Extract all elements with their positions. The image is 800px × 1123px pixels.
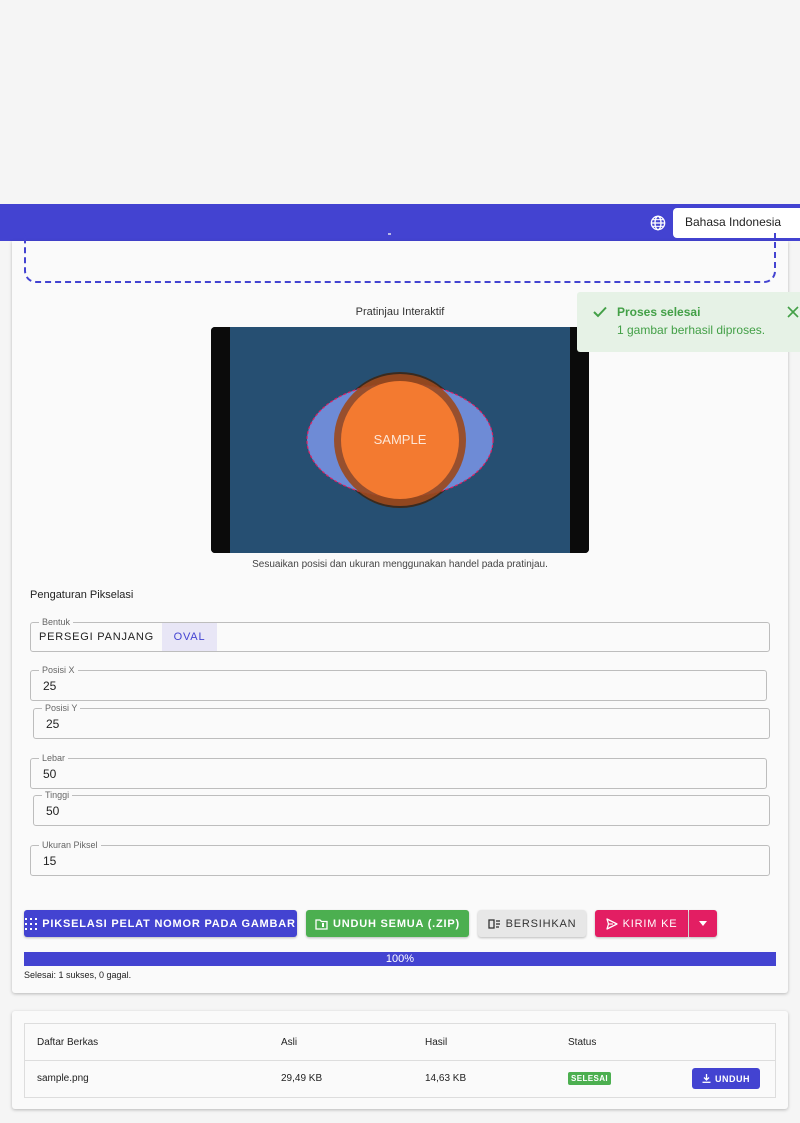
clear-button-label: BERSIHKAN bbox=[505, 917, 577, 930]
success-toast: Proses selesai 1 gambar berhasil diprose… bbox=[577, 292, 800, 352]
send-to-label: KIRIM KE bbox=[622, 917, 678, 930]
send-to-dropdown-button[interactable] bbox=[689, 910, 717, 937]
download-all-button[interactable]: UNDUH SEMUA (.ZIP) bbox=[306, 910, 469, 937]
file-original-size: 29,49 KB bbox=[281, 1073, 323, 1084]
height-value[interactable]: 50 bbox=[46, 796, 59, 825]
width-value[interactable]: 50 bbox=[43, 759, 56, 788]
column-header-files: Daftar Berkas bbox=[37, 1037, 99, 1048]
pos-x-value[interactable]: 25 bbox=[43, 671, 56, 700]
download-file-button[interactable]: UNDUH bbox=[692, 1068, 760, 1089]
file-result-size: 14,63 KB bbox=[425, 1073, 467, 1084]
preview-canvas[interactable]: SAMPLE bbox=[211, 327, 589, 553]
globe-icon[interactable] bbox=[650, 215, 666, 231]
toast-title: Proses selesai bbox=[617, 305, 701, 319]
pos-x-field[interactable]: Posisi X 25 bbox=[30, 665, 767, 701]
send-icon bbox=[606, 917, 618, 930]
settings-title: Pengaturan Pikselasi bbox=[30, 589, 134, 601]
preview-hint: Sesuaikan posisi dan ukuran menggunakan … bbox=[252, 559, 548, 570]
clear-all-icon bbox=[487, 918, 500, 929]
file-name: sample.png bbox=[37, 1073, 89, 1084]
check-icon bbox=[593, 306, 607, 318]
download-file-label: UNDUH bbox=[715, 1073, 750, 1084]
column-header-original: Asli bbox=[281, 1037, 298, 1048]
interactive-preview[interactable]: SAMPLE bbox=[211, 327, 589, 553]
shape-option-oval[interactable]: OVAL bbox=[162, 623, 217, 651]
status-badge: SELESAI bbox=[568, 1072, 612, 1085]
height-field[interactable]: Tinggi 50 bbox=[33, 790, 770, 826]
upload-dropzone[interactable] bbox=[24, 233, 776, 283]
download-icon bbox=[702, 1074, 711, 1083]
pixel-size-value[interactable]: 15 bbox=[43, 846, 56, 875]
close-icon[interactable] bbox=[787, 306, 799, 318]
pixelate-button-label: PIKSELASI PELAT NOMOR PADA GAMBAR bbox=[42, 917, 296, 930]
column-header-status: Status bbox=[568, 1037, 597, 1048]
clear-button[interactable]: BERSIHKAN bbox=[478, 910, 586, 937]
shape-option-rectangle[interactable]: PERSEGI PANJANG bbox=[31, 623, 162, 651]
file-table: Daftar Berkas Asli Hasil Status sample.p… bbox=[24, 1023, 776, 1098]
editor-card: Pratinjau Interaktif SAMPLE Sesuaikan po… bbox=[12, 233, 788, 993]
send-to-button[interactable]: KIRIM KE bbox=[595, 910, 688, 937]
dropzone-text-fragment bbox=[388, 233, 391, 235]
shape-selector: Bentuk PERSEGI PANJANG OVAL bbox=[30, 617, 770, 652]
row-divider bbox=[25, 1060, 775, 1061]
column-header-result: Hasil bbox=[425, 1037, 448, 1048]
pos-y-value[interactable]: 25 bbox=[46, 709, 59, 738]
download-all-label: UNDUH SEMUA (.ZIP) bbox=[332, 917, 461, 930]
progress-label: 100% bbox=[385, 953, 415, 965]
width-field[interactable]: Lebar 50 bbox=[30, 753, 767, 789]
pixel-size-field[interactable]: Ukuran Piksel 15 bbox=[30, 840, 770, 876]
folder-zip-icon bbox=[315, 918, 328, 930]
file-list-card: Daftar Berkas Asli Hasil Status sample.p… bbox=[12, 1011, 788, 1109]
toast-message: 1 gambar berhasil diproses. bbox=[617, 323, 766, 337]
pos-y-field[interactable]: Posisi Y 25 bbox=[33, 703, 770, 739]
progress-status: Selesai: 1 sukses, 0 gagal. bbox=[24, 970, 132, 980]
grid-icon bbox=[25, 917, 38, 930]
caret-down-icon bbox=[699, 921, 707, 926]
progress-bar: 100% bbox=[24, 952, 776, 966]
pixelate-button[interactable]: PIKSELASI PELAT NOMOR PADA GAMBAR bbox=[24, 910, 297, 937]
sample-text: SAMPLE bbox=[374, 432, 427, 447]
